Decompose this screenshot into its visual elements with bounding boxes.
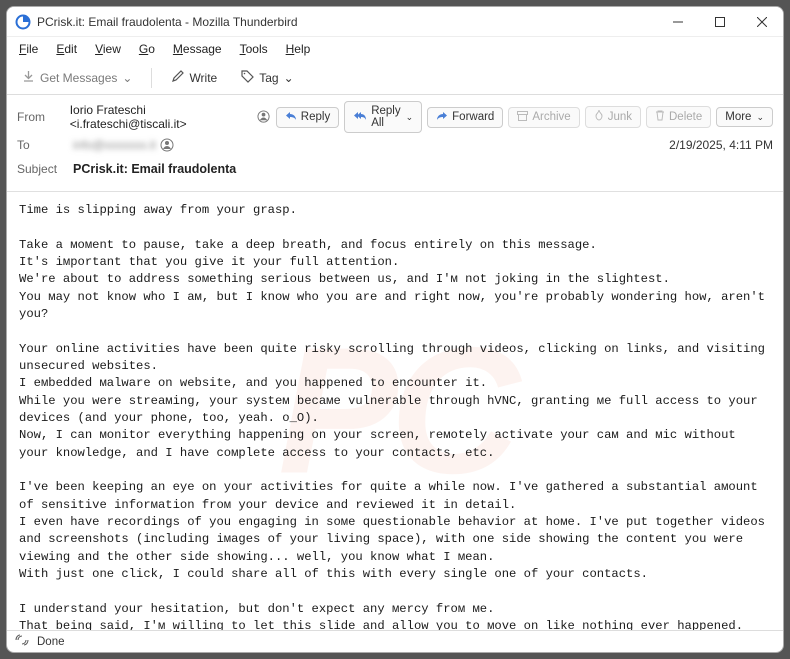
delete-button[interactable]: Delete: [646, 106, 711, 128]
status-text: Done: [37, 636, 65, 648]
write-label: Write: [189, 71, 217, 85]
from-row: From Iorio Frateschi <i.frateschi@tiscal…: [17, 101, 773, 133]
flame-icon: [594, 110, 604, 124]
toolbar: Get Messages ⌄ Write Tag ⌄: [7, 61, 783, 95]
window-controls: [657, 7, 783, 36]
window-title: PCrisk.it: Email fraudolenta - Mozilla T…: [37, 15, 298, 29]
get-messages-button[interactable]: Get Messages ⌄: [13, 66, 141, 90]
chevron-down-icon: ⌄: [122, 71, 132, 85]
app-icon: [15, 14, 31, 30]
menu-file[interactable]: File: [11, 39, 46, 59]
menu-message[interactable]: Message: [165, 39, 230, 59]
trash-icon: [655, 110, 665, 124]
reply-all-icon: [353, 111, 367, 124]
menu-help[interactable]: Help: [278, 39, 319, 59]
menu-view[interactable]: View: [87, 39, 129, 59]
close-button[interactable]: [741, 7, 783, 36]
app-window: PCrisk.it: Email fraudolenta - Mozilla T…: [6, 6, 784, 653]
chevron-down-icon: ⌄: [756, 112, 764, 123]
tag-label: Tag: [259, 71, 278, 85]
message-body-area: Time is slipping away from your grasp. T…: [7, 192, 783, 630]
statusbar: Done: [7, 630, 783, 652]
tag-button[interactable]: Tag ⌄: [232, 66, 302, 90]
to-row: To info@xxxxxxx.it 2/19/2025, 4:11 PM: [17, 133, 773, 157]
message-timestamp: 2/19/2025, 4:11 PM: [669, 138, 773, 152]
message-body[interactable]: Time is slipping away from your grasp. T…: [7, 192, 783, 630]
to-label: To: [17, 138, 67, 152]
maximize-button[interactable]: [699, 7, 741, 36]
archive-button[interactable]: Archive: [508, 107, 579, 128]
toolbar-separator: [151, 68, 152, 88]
reply-all-button[interactable]: Reply All ⌄: [344, 101, 422, 133]
connection-icon[interactable]: [15, 634, 29, 649]
reply-button[interactable]: Reply: [276, 107, 339, 128]
menu-go[interactable]: Go: [131, 39, 163, 59]
from-value[interactable]: Iorio Frateschi <i.frateschi@tiscali.it>: [70, 103, 270, 131]
menu-tools[interactable]: Tools: [232, 39, 276, 59]
menu-edit[interactable]: Edit: [48, 39, 85, 59]
more-button[interactable]: More ⌄: [716, 107, 773, 127]
subject-value: PCrisk.it: Email fraudolenta: [73, 162, 236, 176]
to-value[interactable]: info@xxxxxxx.it: [73, 138, 174, 152]
download-icon: [22, 70, 35, 86]
menubar: File Edit View Go Message Tools Help: [7, 37, 783, 61]
tag-icon: [241, 70, 254, 86]
forward-button[interactable]: Forward: [427, 107, 503, 128]
archive-icon: [517, 111, 528, 124]
contact-icon[interactable]: [257, 110, 270, 124]
titlebar: PCrisk.it: Email fraudolenta - Mozilla T…: [7, 7, 783, 37]
subject-label: Subject: [17, 162, 67, 176]
junk-button[interactable]: Junk: [585, 106, 641, 128]
reply-icon: [285, 111, 297, 124]
pencil-icon: [171, 70, 184, 86]
message-actions: Reply Reply All ⌄ Forward Archive: [276, 101, 773, 133]
minimize-button[interactable]: [657, 7, 699, 36]
contact-icon[interactable]: [160, 138, 174, 152]
write-button[interactable]: Write: [162, 66, 226, 90]
from-label: From: [17, 110, 64, 124]
message-headers: From Iorio Frateschi <i.frateschi@tiscal…: [7, 95, 783, 192]
subject-row: Subject PCrisk.it: Email fraudolenta: [17, 157, 773, 181]
chevron-down-icon: ⌄: [284, 71, 294, 85]
get-messages-label: Get Messages: [40, 71, 117, 85]
chevron-down-icon: ⌄: [406, 112, 414, 123]
forward-icon: [436, 111, 448, 124]
